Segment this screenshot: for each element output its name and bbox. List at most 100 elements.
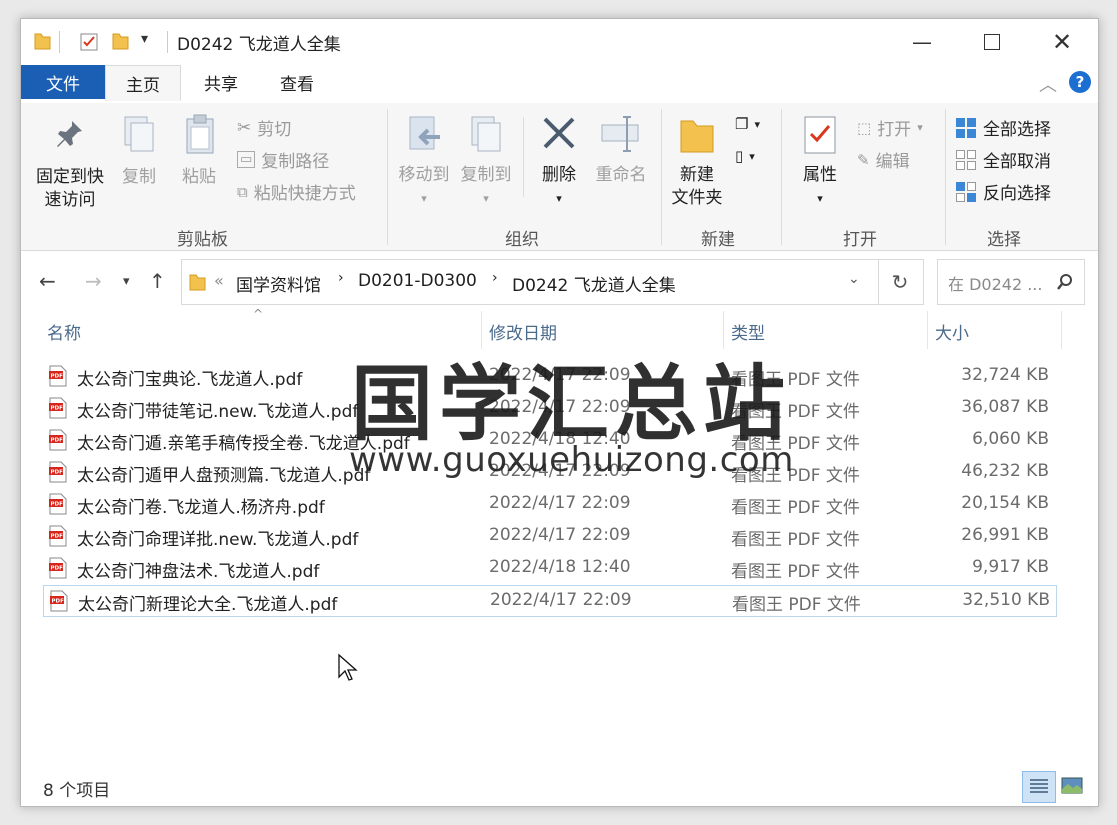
table-row[interactable]: PDF 太公奇门卷.飞龙道人.杨济舟.pdf 2022/4/17 22:09 看图王 …	[43, 489, 1055, 519]
invert-selection-icon	[956, 181, 976, 202]
paste-shortcut-icon: ⧉	[237, 182, 248, 201]
paste-shortcut-button[interactable]: ⧉ 粘贴快捷方式	[237, 179, 356, 205]
recent-locations-button[interactable]: ▾	[123, 274, 130, 289]
file-name: 太公奇门新理论大全.飞龙道人.pdf	[78, 595, 338, 615]
tab-home[interactable]: 主页	[105, 65, 181, 101]
properties-button[interactable]: 属性 ▾	[793, 113, 847, 210]
search-box[interactable]: 在 D0242 ...	[937, 259, 1085, 305]
tab-file[interactable]: 文件	[21, 65, 105, 99]
open-icon: ⬚	[857, 118, 872, 137]
file-name: 太公奇门宝典论.飞龙道人.pdf	[77, 370, 303, 390]
new-folder-icon	[680, 120, 714, 153]
select-none-icon	[956, 149, 976, 170]
new-folder-quick-icon[interactable]	[111, 31, 129, 51]
select-all-button[interactable]: 全部选择	[955, 115, 1051, 140]
edit-button[interactable]: ✎ 编辑	[857, 147, 910, 173]
copy-icon	[124, 116, 154, 152]
copy-button[interactable]: 复制	[115, 113, 163, 189]
refresh-button[interactable]: ↻	[877, 259, 924, 305]
file-name: 太公奇门卷.飞龙道人.杨济舟.pdf	[77, 498, 325, 518]
details-view-button[interactable]	[1022, 771, 1056, 803]
search-icon	[1057, 274, 1072, 290]
file-size: 32,724 KB	[961, 365, 1049, 385]
file-type: 看图王 PDF 文件	[732, 595, 861, 615]
collapse-ribbon-icon[interactable]: ︿	[1039, 71, 1057, 97]
close-button[interactable]: ✕	[1039, 27, 1085, 57]
select-all-label: 全部选择	[983, 120, 1051, 140]
address-dropdown-icon[interactable]: ⌄	[848, 271, 860, 287]
pin-label-2: 速访问	[44, 190, 96, 210]
help-icon[interactable]: ?	[1069, 71, 1091, 93]
delete-button[interactable]: 删除 ▾	[533, 113, 585, 210]
cut-button[interactable]: ✂ 剪切	[237, 115, 292, 141]
select-all-icon	[956, 117, 976, 138]
file-size: 32,510 KB	[962, 590, 1050, 610]
minimize-icon: —	[912, 30, 932, 54]
select-none-button[interactable]: 全部取消	[955, 147, 1051, 172]
select-group-label: 选择	[987, 230, 1021, 250]
select-none-label: 全部取消	[983, 152, 1051, 172]
pdf-file-icon: PDF	[49, 397, 67, 419]
copy-path-button[interactable]: ▭ 复制路径	[237, 147, 329, 172]
large-icons-view-button[interactable]	[1060, 775, 1084, 797]
forward-button[interactable]: →	[85, 269, 102, 293]
column-header-size[interactable]: 大小	[935, 319, 969, 344]
chevron-down-icon: ▾	[123, 274, 130, 289]
cut-label: 剪切	[257, 120, 292, 140]
table-row[interactable]: PDF 太公奇门新理论大全.飞龙道人.pdf 2022/4/17 22:09 看图王 …	[43, 585, 1057, 617]
file-size: 46,232 KB	[961, 461, 1049, 481]
quick-access-dropdown-icon[interactable]: ▾	[141, 31, 148, 47]
file-name: 太公奇门带徒笔记.new.飞龙道人.pdf	[77, 402, 359, 422]
new-folder-label-1: 新建	[680, 165, 714, 185]
up-button[interactable]: ↑	[149, 269, 166, 293]
breadcrumb-separator-icon: ›	[338, 270, 344, 286]
properties-quick-icon[interactable]	[79, 32, 99, 52]
table-row[interactable]: PDF 太公奇门神盘法术.飞龙道人.pdf 2022/4/18 12:40 看图王 P…	[43, 553, 1055, 583]
search-input[interactable]: 在 D0242 ...	[948, 271, 1042, 295]
delete-label: 删除	[542, 165, 576, 185]
paste-button[interactable]: 粘贴	[175, 113, 223, 189]
svg-text:PDF: PDF	[51, 406, 64, 412]
properties-label: 属性	[803, 165, 837, 185]
new-item-button[interactable]: ❐ ▾	[735, 115, 760, 133]
pin-quick-access-button[interactable]: 固定到快 速访问	[31, 117, 109, 212]
details-view-icon	[1030, 779, 1048, 793]
open-button[interactable]: ⬚ 打开 ▾	[857, 115, 923, 141]
mouse-cursor-icon	[338, 653, 358, 681]
breadcrumb-overflow[interactable]: «	[214, 271, 224, 290]
column-header-name[interactable]: 名称	[47, 319, 81, 344]
maximize-button[interactable]	[969, 27, 1015, 57]
new-folder-button[interactable]: 新建 文件夹	[665, 113, 729, 210]
file-size: 9,917 KB	[972, 557, 1049, 577]
copy-to-label: 复制到	[460, 165, 512, 185]
window-title: D0242 飞龙道人全集	[177, 35, 341, 55]
file-type: 看图王 PDF 文件	[731, 562, 860, 582]
paste-icon	[186, 114, 214, 154]
svg-text:PDF: PDF	[51, 534, 64, 540]
file-size: 26,991 KB	[961, 525, 1049, 545]
file-type: 看图王 PDF 文件	[731, 530, 860, 550]
address-bar[interactable]: « 国学资料馆 › D0201-D0300 › D0242 飞龙道人全集 ⌄	[181, 259, 879, 305]
breadcrumb-item[interactable]: D0242 飞龙道人全集	[512, 271, 676, 296]
move-to-button[interactable]: 移动到 ▾	[395, 113, 453, 210]
svg-text:PDF: PDF	[51, 470, 64, 476]
svg-text:PDF: PDF	[52, 599, 65, 605]
table-row[interactable]: PDF 太公奇门命理详批.new.飞龙道人.pdf 2022/4/17 22:09 看…	[43, 521, 1055, 551]
rename-button[interactable]: 重命名	[591, 113, 651, 187]
new-folder-label-2: 文件夹	[671, 188, 723, 208]
properties-icon	[804, 116, 836, 154]
pdf-file-icon: PDF	[49, 461, 67, 483]
back-button[interactable]: ←	[39, 269, 56, 293]
copy-to-button[interactable]: 复制到 ▾	[457, 113, 515, 210]
pin-icon	[57, 121, 82, 147]
new-item-icon: ❐	[735, 115, 749, 133]
breadcrumb-item[interactable]: D0201-D0300	[358, 271, 477, 291]
clipboard-group-label: 剪贴板	[177, 230, 228, 250]
invert-selection-button[interactable]: 反向选择	[955, 179, 1051, 204]
tab-share[interactable]: 共享	[185, 65, 257, 99]
breadcrumb-item[interactable]: 国学资料馆	[236, 271, 321, 296]
move-to-icon	[409, 116, 440, 150]
minimize-button[interactable]: —	[899, 27, 945, 57]
easy-access-button[interactable]: ▯ ▾	[735, 147, 755, 165]
tab-view[interactable]: 查看	[261, 65, 333, 99]
